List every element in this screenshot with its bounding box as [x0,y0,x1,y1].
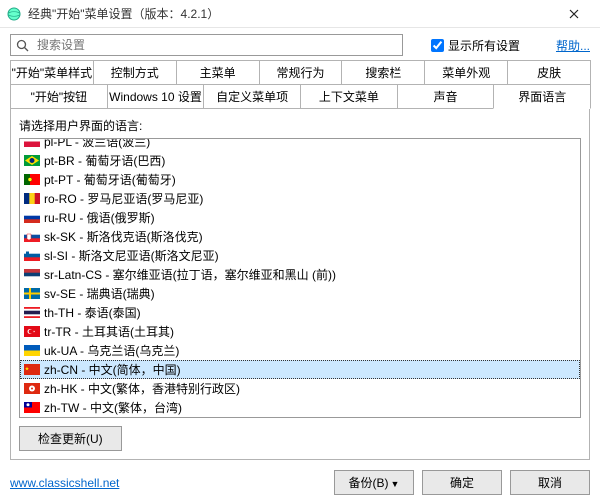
language-item[interactable]: zh-HK - 中文(繁体，香港特别行政区) [20,379,580,398]
language-label: pt-BR - 葡萄牙语(巴西) [44,152,165,169]
language-label: zh-TW - 中文(繁体，台湾) [44,399,182,416]
language-label: pl-PL - 波兰语(波兰) [44,138,150,150]
ok-button[interactable]: 确定 [422,470,502,495]
flag-icon [24,383,40,394]
flag-icon [24,402,40,413]
language-label: sk-SK - 斯洛伐克语(斯洛伐克) [44,228,203,245]
tab-control[interactable]: 控制方式 [93,60,177,84]
flag-icon [24,269,40,280]
flag-icon [24,307,40,318]
show-all-input[interactable] [431,39,444,52]
help-link[interactable]: 帮助... [556,37,590,54]
flag-icon [24,364,40,375]
language-item[interactable]: zh-CN - 中文(简体，中国) [20,360,580,379]
language-label: th-TH - 泰语(泰国) [44,304,141,321]
website-link[interactable]: www.classicshell.net [10,476,119,490]
language-item[interactable]: uk-UA - 乌克兰语(乌克兰) [20,341,580,360]
tab-startbtn[interactable]: "开始"按钮 [10,84,108,108]
flag-icon [24,345,40,356]
cancel-button[interactable]: 取消 [510,470,590,495]
tabs-row-1: "开始"菜单样式控制方式主菜单常规行为搜索栏菜单外观皮肤 [0,60,600,84]
tab-style[interactable]: "开始"菜单样式 [10,60,94,84]
language-label: tr-TR - 土耳其语(土耳其) [44,323,174,340]
flag-icon [24,288,40,299]
tab-context[interactable]: 上下文菜单 [300,84,398,108]
language-item[interactable]: pt-BR - 葡萄牙语(巴西) [20,151,580,170]
language-label: sv-SE - 瑞典语(瑞典) [44,285,155,302]
flag-icon [24,250,40,261]
tab-lang[interactable]: 界面语言 [493,84,591,109]
language-label: sl-SI - 斯洛文尼亚语(斯洛文尼亚) [44,247,219,264]
bottom-bar: www.classicshell.net 备份(B)▼ 确定 取消 [10,470,590,495]
language-item[interactable]: sk-SK - 斯洛伐克语(斯洛伐克) [20,227,580,246]
tab-skin[interactable]: 皮肤 [507,60,591,84]
close-button[interactable] [554,0,594,28]
flag-icon [24,138,40,147]
tab-mainmenu[interactable]: 主菜单 [176,60,260,84]
tab-win10[interactable]: Windows 10 设置 [107,84,205,108]
close-icon [569,9,579,19]
language-item[interactable]: zh-TW - 中文(繁体，台湾) [20,398,580,417]
tab-searchbar[interactable]: 搜索栏 [341,60,425,84]
app-icon [6,6,22,22]
language-prompt: 请选择用户界面的语言: [19,117,581,134]
language-label: zh-CN - 中文(简体，中国) [44,361,181,378]
language-item[interactable]: ru-RU - 俄语(俄罗斯) [20,208,580,227]
language-item[interactable]: sr-Latn-CS - 塞尔维亚语(拉丁语，塞尔维亚和黑山 (前)) [20,265,580,284]
show-all-checkbox[interactable]: 显示所有设置 [431,37,520,54]
language-list[interactable]: nl-NL - 荷兰语(荷兰)pl-PL - 波兰语(波兰)pt-BR - 葡萄… [19,138,581,418]
language-item[interactable]: pt-PT - 葡萄牙语(葡萄牙) [20,170,580,189]
search-icon [11,39,33,52]
flag-icon [24,212,40,223]
flag-icon [24,174,40,185]
language-item[interactable]: sl-SI - 斯洛文尼亚语(斯洛文尼亚) [20,246,580,265]
show-all-label: 显示所有设置 [448,37,520,54]
language-item[interactable]: th-TH - 泰语(泰国) [20,303,580,322]
language-label: pt-PT - 葡萄牙语(葡萄牙) [44,171,176,188]
content-panel: 请选择用户界面的语言: nl-NL - 荷兰语(荷兰)pl-PL - 波兰语(波… [10,108,590,460]
tab-appearance[interactable]: 菜单外观 [424,60,508,84]
language-item[interactable]: pl-PL - 波兰语(波兰) [20,138,580,151]
check-updates-button[interactable]: 检查更新(U) [19,426,122,451]
flag-icon [24,326,40,337]
tab-custom[interactable]: 自定义菜单项 [203,84,301,108]
flag-icon [24,231,40,242]
language-label: zh-HK - 中文(繁体，香港特别行政区) [44,380,240,397]
window-title: 经典"开始"菜单设置（版本：4.2.1） [28,5,554,22]
language-item[interactable]: tr-TR - 土耳其语(土耳其) [20,322,580,341]
language-label: uk-UA - 乌克兰语(乌克兰) [44,342,179,359]
tabs-row-2: "开始"按钮Windows 10 设置自定义菜单项上下文菜单声音界面语言 [0,84,600,108]
language-label: sr-Latn-CS - 塞尔维亚语(拉丁语，塞尔维亚和黑山 (前)) [44,266,336,283]
language-label: ru-RU - 俄语(俄罗斯) [44,209,155,226]
language-item[interactable]: sv-SE - 瑞典语(瑞典) [20,284,580,303]
tab-behavior[interactable]: 常规行为 [259,60,343,84]
flag-icon [24,155,40,166]
backup-label: 备份(B) [349,476,389,490]
tab-sound[interactable]: 声音 [397,84,495,108]
language-label: ro-RO - 罗马尼亚语(罗马尼亚) [44,190,203,207]
search-input[interactable] [33,36,402,54]
titlebar: 经典"开始"菜单设置（版本：4.2.1） [0,0,600,28]
chevron-down-icon: ▼ [391,479,400,489]
top-row: 显示所有设置 帮助... [0,28,600,60]
language-item[interactable]: ro-RO - 罗马尼亚语(罗马尼亚) [20,189,580,208]
backup-button[interactable]: 备份(B)▼ [334,470,414,495]
search-box[interactable] [10,34,403,56]
flag-icon [24,193,40,204]
